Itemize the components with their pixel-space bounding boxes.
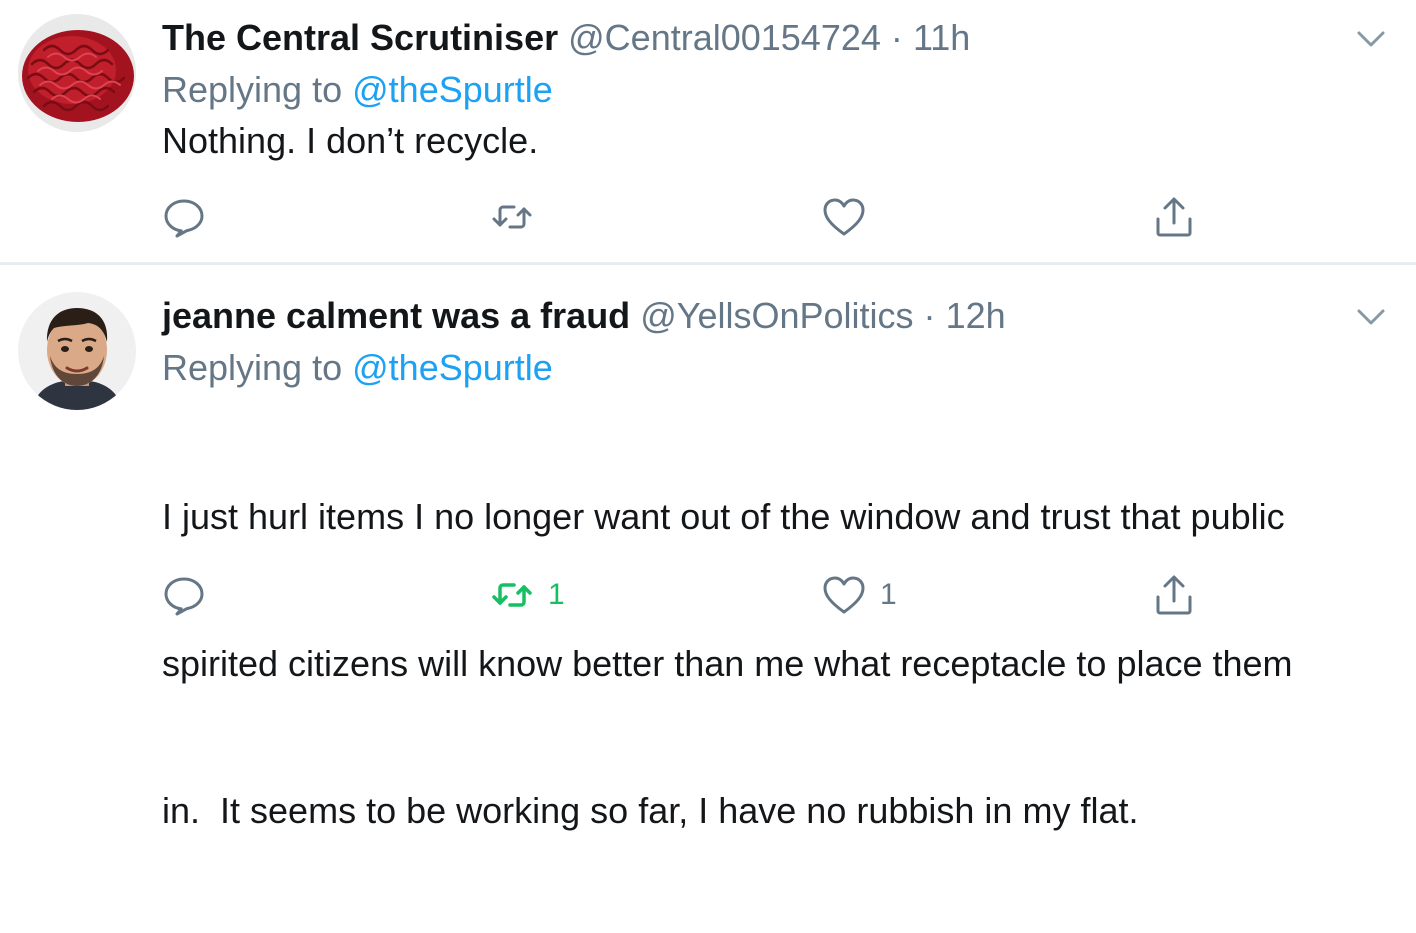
tweet-text-line: I just hurl items I no longer want out o… [162, 496, 1285, 537]
retweet-button[interactable] [490, 192, 548, 242]
share-button[interactable] [1152, 192, 1196, 242]
separator-dot: · [890, 17, 903, 58]
share-icon [1156, 197, 1192, 237]
share-button[interactable] [1152, 570, 1196, 620]
reply-icon [164, 199, 204, 238]
user-handle[interactable]: @YellsOnPolitics [640, 295, 913, 336]
tweet-text: Nothing. I don’t recycle. [162, 120, 539, 161]
reply-button[interactable] [162, 570, 220, 620]
replying-to-label: Replying to [162, 69, 343, 110]
like-count: 1 [880, 578, 897, 611]
minced-meat-avatar-icon [18, 14, 136, 132]
tweet-text-line: spirited citizens will know better than … [162, 643, 1293, 684]
replying-to-mention[interactable]: @theSpurtle [352, 347, 553, 388]
retweet-count: 1 [548, 578, 565, 611]
man-face-avatar-icon [18, 292, 136, 410]
tweet-actions [162, 192, 1262, 242]
replying-to: Replying to @theSpurtle [162, 64, 1386, 116]
retweet-icon [492, 205, 532, 229]
chevron-down-icon[interactable] [1354, 22, 1388, 56]
retweet-icon [492, 583, 532, 607]
timestamp[interactable]: 12h [946, 295, 1006, 336]
tweet-text: I just hurl items I no longer want out o… [162, 394, 1386, 933]
display-name[interactable]: The Central Scrutiniser [162, 17, 558, 58]
avatar[interactable] [18, 14, 136, 132]
replying-to: Replying to @theSpurtle [162, 342, 1386, 394]
tweet[interactable]: The Central Scrutiniser @Central00154724… [0, 0, 1416, 262]
tweet-actions: 1 1 [162, 570, 1262, 620]
timestamp[interactable]: 11h [913, 17, 970, 58]
tweet-content: The Central Scrutiniser @Central00154724… [162, 12, 1386, 165]
retweet-button[interactable]: 1 [490, 570, 565, 620]
tweet[interactable]: jeanne calment was a fraud @YellsOnPolit… [0, 265, 1416, 831]
heart-icon [823, 576, 865, 614]
heart-icon [823, 198, 865, 236]
separator-dot: · [923, 295, 936, 336]
reply-button[interactable] [162, 192, 220, 242]
like-button[interactable] [822, 192, 880, 242]
tweet-header: jeanne calment was a fraud @YellsOnPolit… [162, 290, 1386, 342]
avatar[interactable] [18, 292, 136, 410]
user-handle[interactable]: @Central00154724 [568, 17, 881, 58]
replying-to-mention[interactable]: @theSpurtle [352, 69, 553, 110]
share-icon [1156, 575, 1192, 615]
like-button[interactable]: 1 [822, 570, 897, 620]
tweet-text-line: in. It seems to be working so far, I hav… [162, 790, 1139, 831]
tweet-header: The Central Scrutiniser @Central00154724… [162, 12, 1386, 64]
replying-to-label: Replying to [162, 347, 343, 388]
reply-icon [164, 577, 204, 616]
chevron-down-icon[interactable] [1354, 300, 1388, 334]
display-name[interactable]: jeanne calment was a fraud [162, 295, 630, 336]
